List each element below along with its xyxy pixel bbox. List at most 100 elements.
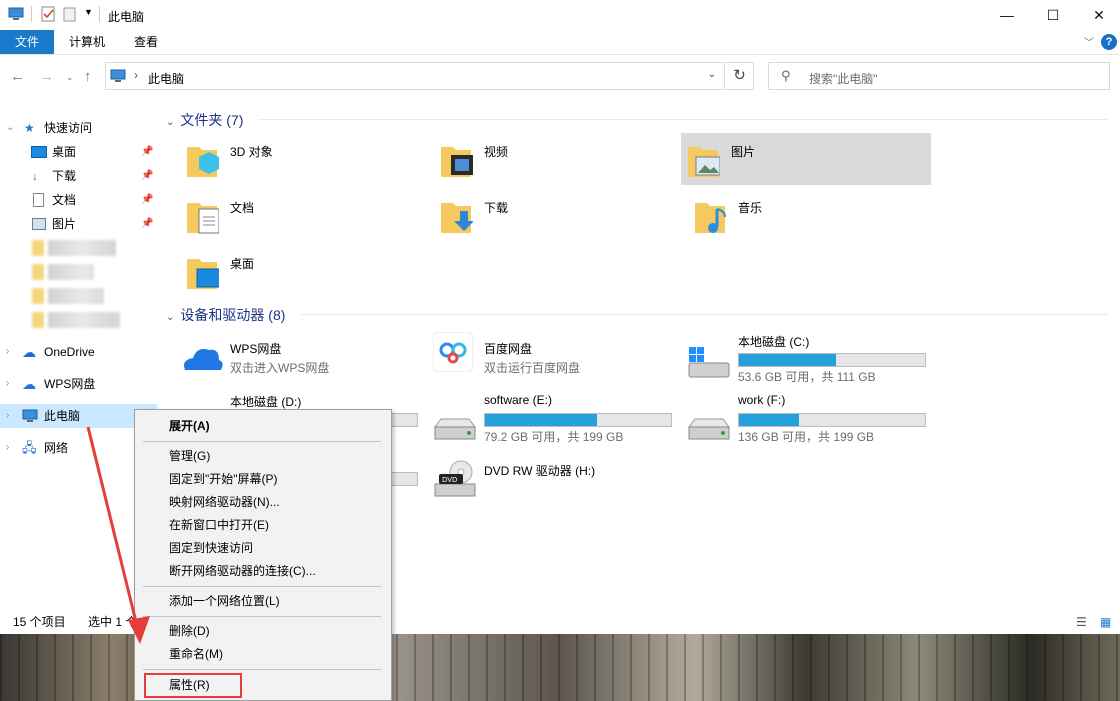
svg-text:DVD: DVD: [442, 476, 457, 484]
blurred-folder-item[interactable]: [32, 288, 104, 304]
menu-item-pin-quick-access[interactable]: 固定到快速访问: [135, 537, 391, 560]
help-button[interactable]: ?: [1101, 34, 1117, 50]
minimize-button[interactable]: —: [984, 0, 1030, 30]
drive-usage-fill: [485, 414, 597, 426]
quick-access-dropdown-icon[interactable]: ▼: [84, 7, 93, 17]
ribbon-expand-icon[interactable]: ﹀: [1084, 34, 1094, 49]
nav-item-downloads[interactable]: ↓ 下载 📌: [0, 164, 157, 188]
menu-separator: [143, 586, 381, 587]
drive-usage-fill: [739, 354, 836, 366]
chevron-down-icon[interactable]: ⌄: [166, 312, 174, 323]
blurred-folder-item[interactable]: [32, 312, 120, 328]
nav-item-pictures[interactable]: 图片 📌: [0, 212, 157, 236]
nav-label: OneDrive: [44, 345, 95, 359]
divider: [31, 6, 32, 22]
details-view-icon[interactable]: ☰: [1076, 610, 1087, 634]
drive-wps-cloud[interactable]: WPS网盘 双击进入WPS网盘: [179, 340, 429, 396]
large-icons-view-icon[interactable]: ▦: [1100, 610, 1111, 634]
nav-label: 桌面: [52, 145, 77, 159]
title-bar: ▼ 此电脑 — ☐ ✕: [0, 0, 1120, 30]
nav-onedrive[interactable]: › ☁ OneDrive: [0, 340, 157, 364]
status-item-count: 15 个项目: [13, 615, 66, 629]
menu-item-open-new-window[interactable]: 在新窗口中打开(E): [135, 514, 391, 537]
folder-downloads[interactable]: 下载: [434, 189, 684, 241]
folder-label: 3D 对象: [230, 145, 273, 159]
menu-item-delete[interactable]: 删除(D): [135, 620, 391, 643]
drive-name: 本地磁盘 (C:): [738, 335, 810, 349]
chevron-right-icon[interactable]: ›: [6, 372, 9, 396]
folder-documents[interactable]: 文档: [180, 189, 430, 241]
chevron-down-icon[interactable]: ⌄: [6, 116, 14, 140]
chevron-right-icon[interactable]: ›: [6, 436, 9, 460]
drive-baidu-cloud[interactable]: 百度网盘 双击运行百度网盘: [433, 332, 683, 396]
maximize-button[interactable]: ☐: [1030, 0, 1076, 30]
up-icon[interactable]: ↑: [84, 68, 92, 85]
menu-item-rename[interactable]: 重命名(M): [135, 643, 391, 666]
menu-item-expand[interactable]: 展开(A): [135, 415, 391, 438]
folder-desktop[interactable]: 桌面: [180, 245, 430, 297]
drive-c[interactable]: 本地磁盘 (C:) 53.6 GB 可用，共 111 GB: [687, 333, 937, 389]
address-bar[interactable]: › 此电脑 ⌄: [105, 62, 725, 90]
tab-computer[interactable]: 计算机: [60, 30, 114, 54]
folders-group-header[interactable]: ⌄ 文件夹 (7): [166, 110, 243, 130]
nav-item-desktop[interactable]: 桌面 📌: [0, 140, 157, 164]
nav-label: 网络: [44, 441, 69, 455]
folder-videos[interactable]: 视频: [434, 133, 684, 185]
folder-music[interactable]: 音乐: [688, 189, 938, 241]
drive-name: DVD RW 驱动器 (H:): [484, 464, 596, 478]
tab-file[interactable]: 文件: [0, 30, 54, 54]
refresh-button[interactable]: ↻: [726, 62, 754, 90]
menu-item-add-network-location[interactable]: 添加一个网络位置(L): [135, 590, 391, 613]
blurred-folder-item[interactable]: [32, 240, 116, 256]
cloud-icon: ☁: [22, 344, 36, 360]
menu-item-disconnect-drive[interactable]: 断开网络驱动器的连接(C)...: [135, 560, 391, 583]
hard-drive-icon: [434, 418, 476, 440]
chevron-down-icon[interactable]: ⌄: [166, 117, 174, 128]
highlight-box: [144, 673, 242, 698]
chevron-down-icon[interactable]: ⌄: [708, 69, 716, 80]
baidu-cloud-icon: [433, 332, 474, 372]
forward-icon[interactable]: →: [39, 68, 54, 85]
drive-f[interactable]: work (F:) 136 GB 可用，共 199 GB: [687, 393, 937, 449]
window-title: 此电脑: [108, 10, 145, 24]
drive-usage-fill: [739, 414, 799, 426]
folder-3d-objects[interactable]: 3D 对象: [180, 133, 430, 185]
documents-folder-icon: [187, 203, 219, 234]
folder-label: 文档: [230, 201, 255, 215]
drive-subtitle: 136 GB 可用，共 199 GB: [738, 430, 875, 444]
drive-dvd[interactable]: DVD DVD RW 驱动器 (H:): [433, 460, 683, 518]
menu-separator: [143, 669, 381, 670]
back-icon[interactable]: ←: [10, 68, 25, 85]
group-title: 设备和驱动器 (8): [180, 307, 286, 323]
new-folder-icon[interactable]: [62, 6, 78, 22]
search-input[interactable]: ⚲ 搜索"此电脑": [768, 62, 1110, 90]
search-icon: ⚲: [781, 68, 791, 83]
nav-quick-access[interactable]: ⌄ ★ 快速访问: [0, 116, 157, 140]
close-button[interactable]: ✕: [1076, 0, 1120, 30]
drive-usage-bar: [738, 413, 926, 427]
wps-cloud-icon: ☁: [22, 376, 36, 392]
menu-item-map-drive[interactable]: 映射网络驱动器(N)...: [135, 491, 391, 514]
hard-drive-icon: [688, 418, 730, 440]
drive-e[interactable]: software (E:) 79.2 GB 可用，共 199 GB: [433, 393, 683, 449]
nav-wps[interactable]: › ☁ WPS网盘: [0, 372, 157, 396]
pin-icon: 📌: [141, 194, 154, 205]
chevron-right-icon[interactable]: ›: [6, 404, 9, 428]
download-icon: ↓: [32, 169, 38, 183]
music-folder-icon: [695, 203, 726, 233]
chevron-right-icon[interactable]: ›: [6, 340, 9, 364]
recent-dropdown-icon[interactable]: ⌄: [66, 72, 74, 83]
menu-item-manage[interactable]: 管理(G): [135, 445, 391, 468]
properties-icon[interactable]: [40, 6, 56, 22]
windows-drive-icon: [688, 347, 730, 378]
refresh-icon: ↻: [733, 67, 746, 84]
tab-view[interactable]: 查看: [122, 30, 170, 54]
address-path: 此电脑: [148, 72, 185, 86]
blurred-folder-item[interactable]: [32, 264, 94, 280]
folder-pictures[interactable]: 图片: [681, 133, 931, 185]
folder-label: 桌面: [230, 257, 255, 271]
nav-item-documents[interactable]: 文档 📌: [0, 188, 157, 212]
chevron-right-icon[interactable]: ›: [134, 68, 138, 82]
drives-group-header[interactable]: ⌄ 设备和驱动器 (8): [166, 305, 285, 325]
menu-item-pin-start[interactable]: 固定到"开始"屏幕(P): [135, 468, 391, 491]
